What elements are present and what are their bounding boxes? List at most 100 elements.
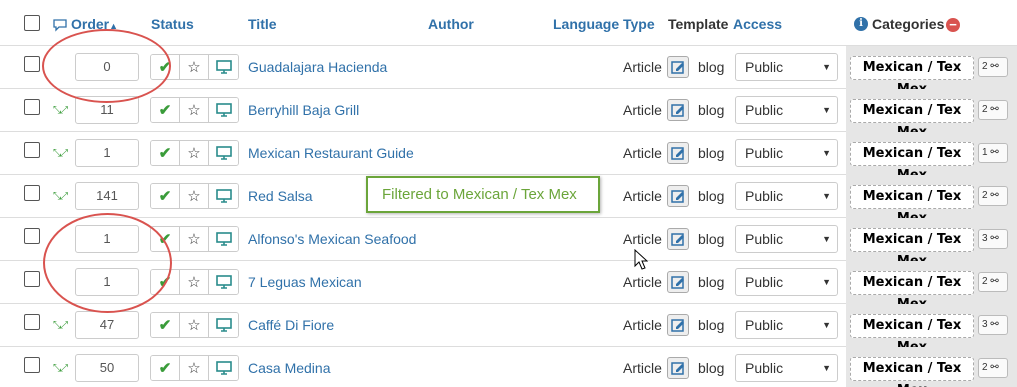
category-count: 2 bbox=[982, 362, 988, 373]
category-tag[interactable]: Mexican / Tex Mex bbox=[850, 271, 974, 312]
access-select[interactable]: Public ▼ bbox=[735, 53, 838, 81]
featured-star-icon[interactable]: ☆ bbox=[180, 270, 209, 294]
published-check-icon[interactable]: ✔ bbox=[151, 184, 180, 208]
monitor-icon[interactable] bbox=[209, 313, 238, 337]
article-title-link[interactable]: Berryhill Baja Grill bbox=[248, 102, 359, 118]
article-title-link[interactable]: Red Salsa bbox=[248, 188, 313, 204]
edit-template-icon[interactable] bbox=[667, 142, 689, 164]
row-checkbox[interactable] bbox=[24, 271, 40, 287]
select-all-checkbox[interactable] bbox=[24, 15, 40, 31]
category-count-button[interactable]: 3 ⚯ bbox=[978, 229, 1008, 249]
drag-handle-icon[interactable]: ⤡⤢ bbox=[53, 148, 68, 159]
category-count-button[interactable]: 3 ⚯ bbox=[978, 315, 1008, 335]
article-title-link[interactable]: Alfonso's Mexican Seafood bbox=[248, 231, 416, 247]
edit-template-icon[interactable] bbox=[667, 357, 689, 379]
category-count-button[interactable]: 2 ⚯ bbox=[978, 100, 1008, 120]
monitor-icon[interactable] bbox=[209, 227, 238, 251]
edit-template-icon[interactable] bbox=[667, 185, 689, 207]
chevron-down-icon: ▼ bbox=[822, 320, 831, 330]
order-input[interactable]: 47 bbox=[75, 311, 139, 339]
edit-template-icon[interactable] bbox=[667, 314, 689, 336]
article-title-link[interactable]: Guadalajara Hacienda bbox=[248, 59, 387, 75]
drag-handle-icon[interactable]: ⤡⤢ bbox=[53, 105, 68, 116]
access-column-header[interactable]: Access bbox=[733, 16, 782, 32]
category-count-button[interactable]: 2 ⚯ bbox=[978, 272, 1008, 292]
category-count: 2 bbox=[982, 276, 988, 287]
featured-star-icon[interactable]: ☆ bbox=[180, 227, 209, 251]
article-title-link[interactable]: Casa Medina bbox=[248, 360, 331, 376]
edit-template-icon[interactable] bbox=[667, 271, 689, 293]
access-select[interactable]: Public ▼ bbox=[735, 139, 838, 167]
order-input[interactable]: 141 bbox=[75, 182, 139, 210]
category-count-button[interactable]: 2 ⚯ bbox=[978, 57, 1008, 77]
language-column-header[interactable]: Language bbox=[553, 16, 619, 32]
access-select[interactable]: Public ▼ bbox=[735, 268, 838, 296]
access-select[interactable]: Public ▼ bbox=[735, 354, 838, 382]
category-tag[interactable]: Mexican / Tex Mex bbox=[850, 99, 974, 140]
status-button-group: ✔ ☆ bbox=[150, 355, 239, 381]
order-input[interactable]: 1 bbox=[75, 139, 139, 167]
row-checkbox[interactable] bbox=[24, 314, 40, 330]
edit-template-icon[interactable] bbox=[667, 99, 689, 121]
access-select[interactable]: Public ▼ bbox=[735, 311, 838, 339]
article-title-link[interactable]: Mexican Restaurant Guide bbox=[248, 145, 414, 161]
featured-star-icon[interactable]: ☆ bbox=[180, 55, 209, 79]
info-icon[interactable]: i bbox=[854, 17, 868, 31]
row-checkbox[interactable] bbox=[24, 56, 40, 72]
category-tag[interactable]: Mexican / Tex Mex bbox=[850, 56, 974, 97]
featured-star-icon[interactable]: ☆ bbox=[180, 98, 209, 122]
type-column-header[interactable]: Type bbox=[623, 16, 655, 32]
access-value: Public bbox=[745, 188, 784, 204]
monitor-icon[interactable] bbox=[209, 356, 238, 380]
access-value: Public bbox=[745, 145, 784, 161]
category-tag[interactable]: Mexican / Tex Mex bbox=[850, 314, 974, 355]
article-title-link[interactable]: Caffé Di Fiore bbox=[248, 317, 334, 333]
access-select[interactable]: Public ▼ bbox=[735, 225, 838, 253]
featured-star-icon[interactable]: ☆ bbox=[180, 184, 209, 208]
featured-star-icon[interactable]: ☆ bbox=[180, 141, 209, 165]
category-tag[interactable]: Mexican / Tex Mex bbox=[850, 142, 974, 183]
monitor-icon[interactable] bbox=[209, 141, 238, 165]
published-check-icon[interactable]: ✔ bbox=[151, 98, 180, 122]
access-value: Public bbox=[745, 360, 784, 376]
annotation-oval bbox=[42, 29, 171, 103]
featured-star-icon[interactable]: ☆ bbox=[180, 356, 209, 380]
hierarchy-icon: ⚯ bbox=[990, 319, 999, 330]
category-tag[interactable]: Mexican / Tex Mex bbox=[850, 357, 974, 387]
monitor-icon[interactable] bbox=[209, 184, 238, 208]
edit-template-icon[interactable] bbox=[667, 56, 689, 78]
order-input[interactable]: 50 bbox=[75, 354, 139, 382]
access-select[interactable]: Public ▼ bbox=[735, 182, 838, 210]
row-checkbox[interactable] bbox=[24, 185, 40, 201]
row-checkbox[interactable] bbox=[24, 142, 40, 158]
category-tag[interactable]: Mexican / Tex Mex bbox=[850, 185, 974, 226]
chevron-down-icon: ▼ bbox=[822, 191, 831, 201]
hierarchy-icon: ⚯ bbox=[990, 190, 999, 201]
category-tag[interactable]: Mexican / Tex Mex bbox=[850, 228, 974, 269]
row-checkbox[interactable] bbox=[24, 228, 40, 244]
category-count-button[interactable]: 2 ⚯ bbox=[978, 358, 1008, 378]
remove-filter-icon[interactable]: − bbox=[946, 18, 960, 32]
drag-handle-icon[interactable]: ⤡⤢ bbox=[53, 363, 68, 374]
drag-handle-icon[interactable]: ⤡⤢ bbox=[53, 191, 68, 202]
access-value: Public bbox=[745, 231, 784, 247]
category-count-button[interactable]: 2 ⚯ bbox=[978, 186, 1008, 206]
article-title-link[interactable]: 7 Leguas Mexican bbox=[248, 274, 362, 290]
title-column-header[interactable]: Title bbox=[248, 16, 277, 32]
monitor-icon[interactable] bbox=[209, 55, 238, 79]
monitor-icon[interactable] bbox=[209, 98, 238, 122]
status-column-header[interactable]: Status bbox=[151, 16, 194, 32]
row-checkbox[interactable] bbox=[24, 357, 40, 373]
monitor-icon[interactable] bbox=[209, 270, 238, 294]
featured-star-icon[interactable]: ☆ bbox=[180, 313, 209, 337]
access-select[interactable]: Public ▼ bbox=[735, 96, 838, 124]
row-checkbox[interactable] bbox=[24, 99, 40, 115]
drag-handle-icon[interactable]: ⤡⤢ bbox=[53, 320, 68, 331]
author-column-header[interactable]: Author bbox=[428, 16, 474, 32]
mouse-cursor-icon bbox=[634, 249, 648, 270]
edit-template-icon[interactable] bbox=[667, 228, 689, 250]
category-count-button[interactable]: 1 ⚯ bbox=[978, 143, 1008, 163]
published-check-icon[interactable]: ✔ bbox=[151, 313, 180, 337]
published-check-icon[interactable]: ✔ bbox=[151, 141, 180, 165]
published-check-icon[interactable]: ✔ bbox=[151, 356, 180, 380]
